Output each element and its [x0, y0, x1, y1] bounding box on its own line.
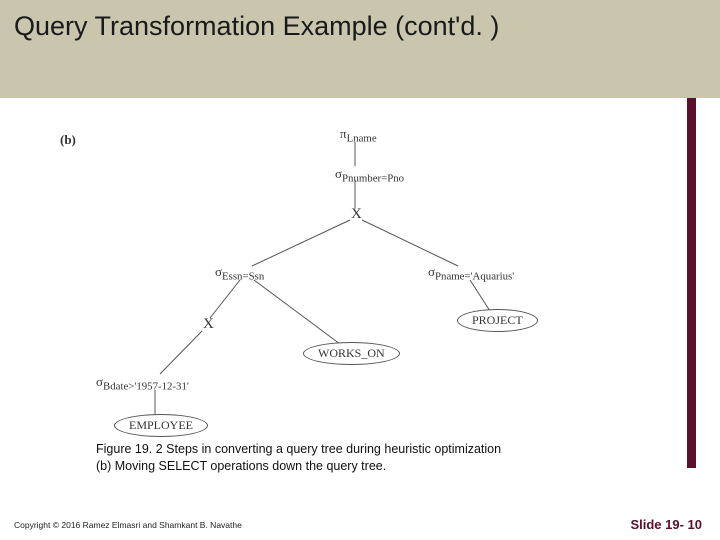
sigma-symbol-3: σ	[428, 264, 435, 279]
sigma-expr-4: Bdate>'1957-12-31'	[103, 381, 189, 393]
caption-line-2: (b) Moving SELECT operations down the qu…	[96, 459, 386, 473]
op-select-pnumber: σPnumber=Pno	[335, 166, 404, 185]
sigma-symbol-4: σ	[96, 374, 103, 389]
op-cartesian-2: X	[203, 316, 214, 333]
tree-edges	[0, 98, 695, 468]
op-select-essn: σEssn=Ssn	[215, 264, 264, 283]
slide: Query Transformation Example (cont'd. ) …	[0, 0, 720, 540]
op-select-pname: σPname='Aquarius'	[428, 264, 514, 283]
sigma-symbol-2: σ	[215, 264, 222, 279]
sigma-expr-2: Essn=Ssn	[222, 271, 264, 283]
sigma-expr-3: Pname='Aquarius'	[435, 271, 514, 283]
title-bar: Query Transformation Example (cont'd. )	[0, 0, 720, 98]
footer: Copyright © 2016 Ramez Elmasri and Shamk…	[0, 512, 720, 540]
slide-title: Query Transformation Example (cont'd. )	[14, 10, 706, 44]
figure-area: (b) πLname σPnumber=Pno X σEssn=Ssn	[0, 98, 695, 468]
relation-works-on: WORKS_ON	[303, 342, 400, 365]
sigma-symbol: σ	[335, 166, 342, 181]
relation-project: PROJECT	[457, 309, 538, 332]
op-select-bdate: σBdate>'1957-12-31'	[96, 374, 189, 393]
caption-line-1: Figure 19. 2 Steps in converting a query…	[96, 442, 501, 456]
copyright-text: Copyright © 2016 Ramez Elmasri and Shamk…	[14, 520, 242, 530]
sigma-expr: Pnumber=Pno	[342, 173, 404, 185]
pi-expr: Lname	[347, 133, 377, 145]
op-cartesian-1: X	[351, 206, 362, 223]
slide-number: Slide 19- 10	[630, 517, 702, 532]
op-project-lname: πLname	[340, 126, 377, 145]
figure-caption: Figure 19. 2 Steps in converting a query…	[96, 441, 646, 475]
relation-employee: EMPLOYEE	[114, 414, 208, 437]
pi-symbol: π	[340, 126, 347, 141]
